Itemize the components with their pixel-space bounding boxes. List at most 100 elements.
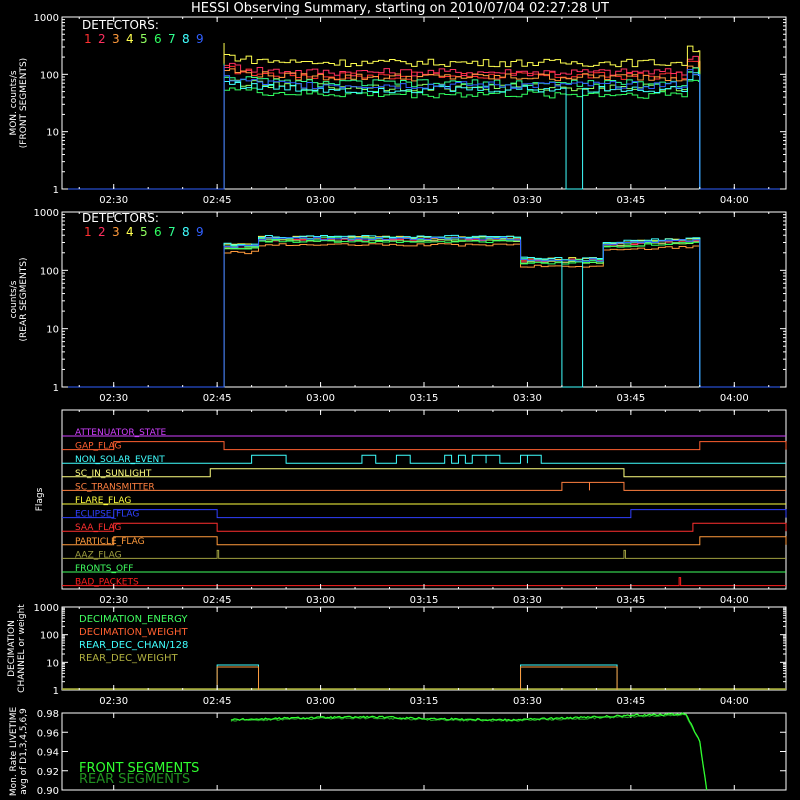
legend-label: 1 [84,32,92,46]
legend-label: 9 [196,32,204,46]
y-axis-label-line: (FRONT SEGMENTS) [19,58,29,148]
flag-label: SAA_FLAG [75,523,121,533]
y-tick-label: 0.96 [37,728,59,739]
flag-trace-aaz_flag [62,549,786,559]
legend-label: 6 [154,225,162,239]
x-tick-label: 03:45 [616,393,645,404]
y-tick-label: 10 [46,128,59,139]
legend-label: 9 [196,225,204,239]
y-axis-label-line: avg of D1,3,4,5,6,9 [19,708,29,795]
flag-label: PARTICLE_FLAG [75,537,145,547]
rear-series-4 [62,235,786,388]
legend-label: 6 [154,32,162,46]
decimation-legend-label: DECIMATION_WEIGHT [79,627,188,638]
flag-label: FRONTS_OFF [75,564,133,574]
legend-label: 2 [98,225,106,239]
legend-label: 1 [84,225,92,239]
flag-label: ATTENUATOR_STATE [75,428,167,438]
y-tick-label: 1000 [34,13,59,24]
front-series-7 [62,63,786,190]
legend-label: 3 [112,225,120,239]
x-tick-label: 02:45 [203,195,232,206]
y-axis-label-line: Mon. Rate LIVETIME [9,707,19,797]
legend-label: 7 [168,32,176,46]
flag-label: SC_IN_SUNLIGHT [75,469,152,479]
flag-label: ECLIPSE_FLAG [75,510,139,520]
livetime-series-0 [230,713,708,791]
front-series-6 [62,74,786,190]
y-axis-label-line: CHANNEL or weight [17,604,27,693]
decimation-legend-label: REAR_DEC_CHAN/128 [79,640,188,651]
flag-trace-particle_flag [62,536,787,546]
x-tick-label: 02:45 [203,696,232,707]
x-tick-label: 02:45 [203,595,232,606]
y-tick-label: 100 [40,631,59,642]
legend-label: 5 [140,32,148,46]
legend-label: 4 [126,225,134,239]
legend-label: 2 [98,32,106,46]
x-tick-label: 03:30 [513,595,542,606]
y-tick-label: 0.92 [37,767,59,778]
x-tick-label: 02:30 [99,595,128,606]
legend-title: DETECTORS: [82,18,159,32]
flag-label: FLARE_FLAG [75,496,131,506]
rear-dec-weight-block [520,666,618,690]
y-tick-label: 1000 [34,603,59,614]
figure-title: HESSI Observing Summary, starting on 201… [191,1,609,16]
legend-label: 8 [182,32,190,46]
y-axis-label-line: DECIMATION [7,620,17,677]
y-tick-label: 100 [40,70,59,81]
x-tick-label: 02:30 [99,393,128,404]
x-tick-label: 03:30 [513,696,542,707]
rear-series-8 [62,234,786,388]
panels: 1 10 100 1000 02:30 02:45 03:00 03:15 03:30 03:45… [7,13,787,797]
x-tick-label: 03:45 [616,195,645,206]
x-tick-label: 04:00 [720,195,749,206]
y-tick-label: 10 [46,325,59,336]
front-series-8 [62,69,786,190]
front-series-5 [62,67,786,190]
x-tick-label: 03:00 [306,595,335,606]
x-tick-label: 03:15 [410,595,439,606]
flag-trace-sc_in_sunlight [62,468,786,478]
y-axis-label-line: Flags [35,487,45,511]
legend-label: 5 [140,225,148,239]
x-tick-label: 04:00 [720,696,749,707]
rear-series-5 [62,239,786,388]
livetime-series-1 [230,712,708,791]
legend-label: 4 [126,32,134,46]
decimation-legend-label: REAR_DEC_WEIGHT [79,653,178,664]
front-series-1 [62,55,786,190]
flag-trace-saa_flag [62,522,787,532]
x-tick-label: 04:00 [720,595,749,606]
flag-label: BAD_PACKETS [75,578,139,588]
y-tick-label: 1 [53,383,59,394]
x-tick-label: 03:15 [410,195,439,206]
x-tick-label: 03:30 [513,393,542,404]
front-series-4 [62,42,786,190]
legend-title: DETECTORS: [82,211,159,225]
rear-dec-chan-block [216,664,260,690]
legend-label: 3 [112,32,120,46]
y-axis-label: MON. counts/s(FRONT SEGMENTS) [9,58,29,148]
flags-panel-frame [61,409,787,590]
y-axis-label: DECIMATIONCHANNEL or weight [7,604,27,693]
flag-trace-non_solar_event [62,454,786,464]
y-axis-label: Flags [35,487,45,511]
y-tick-label: 1 [53,686,59,697]
rear-dec-chan-block [520,664,618,690]
legend-label: 7 [168,225,176,239]
decimation-legend-label: DECIMATION_ENERGY [79,614,188,625]
rear-series-1 [62,236,786,388]
y-tick-label: 1000 [34,208,59,219]
y-tick-label: 0.98 [37,709,59,720]
rear-series-2 [62,238,786,388]
x-tick-label: 02:30 [99,696,128,707]
y-tick-label: 100 [40,266,59,277]
legend-label: 8 [182,225,190,239]
flag-label: SC_TRANSMITTER [75,482,155,492]
livetime-legend-label: REAR SEGMENTS [79,772,190,787]
x-tick-label: 03:00 [306,696,335,707]
x-tick-label: 02:30 [99,195,128,206]
front-series-3 [62,57,786,190]
